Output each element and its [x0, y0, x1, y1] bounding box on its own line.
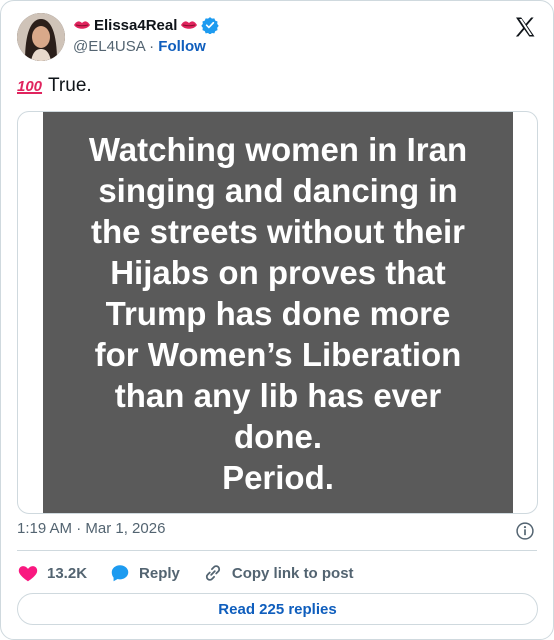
hundred-points-icon: 100	[17, 77, 43, 95]
reply-button[interactable]: Reply	[109, 562, 180, 584]
info-icon[interactable]	[515, 521, 535, 541]
tweet-text: 100 True.	[17, 75, 92, 97]
tweet-media[interactable]: Watching women in Iran singing and danci…	[17, 111, 538, 514]
action-bar: 13.2K Reply Copy link to post	[17, 561, 376, 585]
tweet-body: True.	[48, 75, 92, 96]
lips-icon	[74, 21, 90, 29]
separator-dot: ·	[149, 38, 155, 55]
divider	[17, 550, 537, 551]
lips-icon	[181, 21, 198, 29]
verified-badge-icon	[201, 17, 220, 34]
reply-label: Reply	[139, 564, 180, 582]
author-name-row[interactable]: Elissa4Real	[73, 16, 220, 34]
avatar[interactable]	[17, 13, 65, 61]
author-handle[interactable]: @EL4USA	[73, 38, 145, 55]
media-image: Watching women in Iran singing and danci…	[43, 112, 513, 513]
read-replies-button[interactable]: Read 225 replies	[17, 593, 538, 625]
like-count: 13.2K	[47, 564, 88, 582]
copy-link-label: Copy link to post	[231, 564, 354, 582]
x-logo-icon[interactable]	[513, 15, 537, 39]
tweet-timestamp[interactable]: 1:19 AM · Mar 1, 2026	[17, 520, 165, 537]
author-handle-row: @EL4USA · Follow	[73, 38, 206, 55]
follow-button[interactable]: Follow	[158, 38, 206, 55]
like-button[interactable]: 13.2K	[17, 562, 87, 584]
copy-link-button[interactable]: Copy link to post	[202, 562, 354, 584]
reply-bubble-icon	[111, 565, 129, 582]
author-display-name: Elissa4Real	[94, 16, 178, 34]
media-text: Watching women in Iran singing and danci…	[88, 131, 468, 496]
heart-icon	[18, 566, 38, 582]
link-icon	[205, 565, 220, 581]
tweet-card: Elissa4Real @EL4USA · Follow 100 True. W…	[0, 0, 554, 640]
avatar-image	[17, 13, 65, 61]
